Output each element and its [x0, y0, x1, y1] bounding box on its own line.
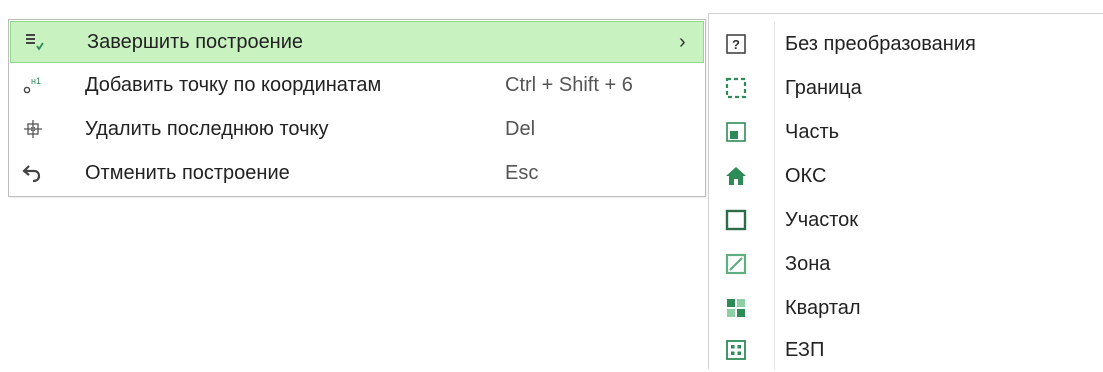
- submenu-item-quarter[interactable]: Квартал: [709, 286, 1103, 330]
- menu-item-finish-construction[interactable]: Завершить построение ›: [10, 21, 704, 63]
- submenu-arrow-icon: ›: [679, 30, 686, 53]
- submenu-item-zone[interactable]: Зона: [709, 242, 1103, 286]
- submenu-item-label: Зона: [785, 252, 831, 275]
- part-icon: [724, 120, 748, 144]
- submenu-item-ezp[interactable]: ЕЗП: [709, 328, 1103, 372]
- menu-item-label: Отменить построение: [85, 161, 290, 184]
- menu-item-add-point-by-coordinates[interactable]: н1 Добавить точку по координатам Ctrl + …: [9, 63, 705, 107]
- context-menu: Завершить построение › н1 Добавить точку…: [8, 19, 706, 197]
- menu-item-cancel-construction[interactable]: Отменить построение Esc: [9, 151, 705, 195]
- submenu-item-label: Квартал: [785, 296, 861, 319]
- submenu-item-plot[interactable]: Участок: [709, 198, 1103, 242]
- add-point-coordinates-icon: н1: [21, 73, 45, 97]
- house-icon: [724, 164, 748, 188]
- submenu-item-label: ЕЗП: [785, 338, 825, 361]
- submenu-item-label: Участок: [785, 208, 859, 231]
- menu-item-shortcut: Del: [505, 117, 536, 140]
- submenu-item-border[interactable]: Граница: [709, 66, 1103, 110]
- add-point-icon-text: н1: [31, 76, 41, 86]
- undo-icon: [21, 161, 45, 185]
- plot-square-icon: [724, 208, 748, 232]
- delete-last-point-icon: [21, 117, 45, 141]
- question-icon-text: ?: [732, 37, 740, 52]
- ezp-icon: [724, 338, 748, 362]
- menu-item-label: Добавить точку по координатам: [85, 73, 382, 96]
- submenu-item-oks[interactable]: ОКС: [709, 154, 1103, 198]
- quarter-icon: [724, 296, 748, 320]
- submenu-item-label: Без преобразования: [785, 32, 976, 55]
- menu-item-label: Удалить последнюю точку: [85, 117, 329, 140]
- submenu-item-no-transformation[interactable]: ? Без преобразования: [709, 22, 1103, 66]
- submenu-item-label: ОКС: [785, 164, 827, 187]
- question-box-icon: ?: [724, 32, 748, 56]
- submenu-item-label: Граница: [785, 76, 862, 99]
- zone-icon: [724, 252, 748, 276]
- menu-item-label: Завершить построение: [87, 30, 304, 53]
- submenu-item-label: Часть: [785, 120, 840, 143]
- menu-item-shortcut: Ctrl + Shift + 6: [505, 73, 633, 96]
- submenu-item-part[interactable]: Часть: [709, 110, 1103, 154]
- dashed-border-icon: [724, 76, 748, 100]
- finish-construction-icon: [23, 30, 47, 54]
- menu-item-delete-last-point[interactable]: Удалить последнюю точку Del: [9, 107, 705, 151]
- menu-item-shortcut: Esc: [505, 161, 539, 184]
- submenu-finish-construction: ? Без преобразования Граница Часть ОКС У…: [708, 13, 1103, 372]
